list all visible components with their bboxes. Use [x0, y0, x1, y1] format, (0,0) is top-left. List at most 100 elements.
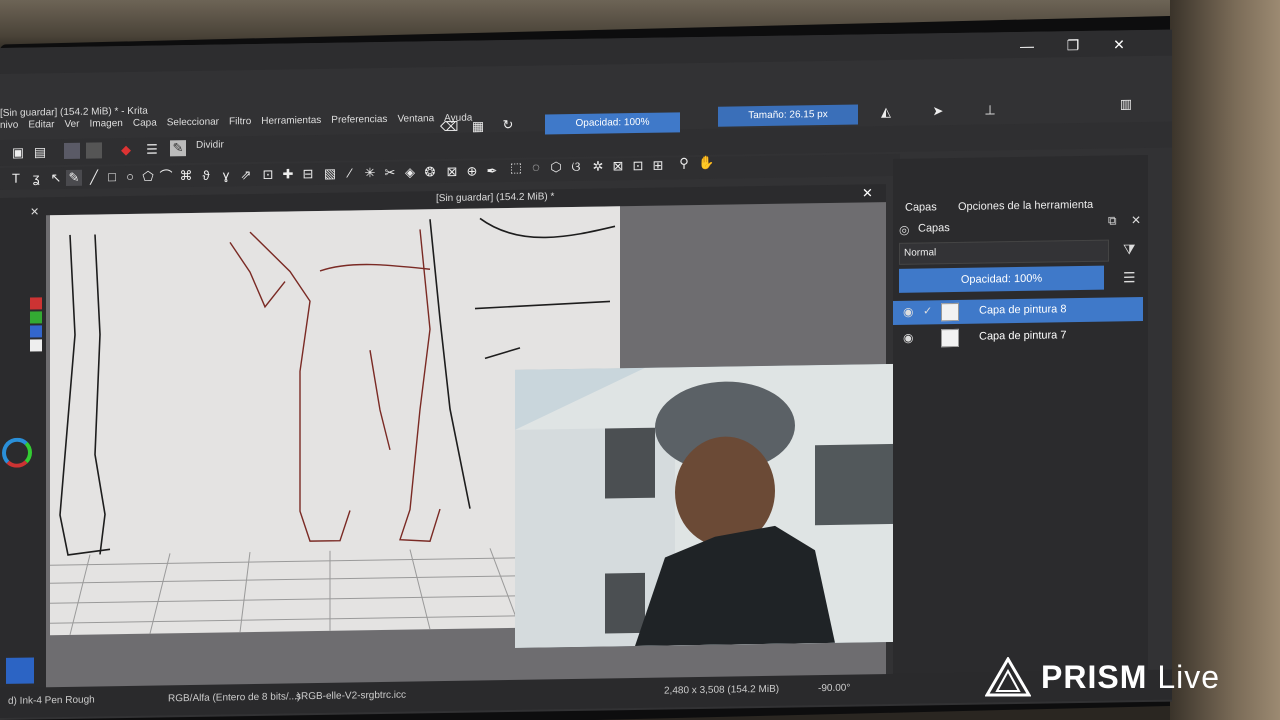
smart-patch-icon[interactable]: ✳ [362, 165, 378, 181]
new-document-icon[interactable]: ▣ [10, 145, 26, 161]
color-wheel-icon[interactable] [2, 437, 32, 468]
menu-archivo[interactable]: nivo [0, 120, 18, 138]
menu-seleccionar[interactable]: Seleccionar [167, 117, 219, 136]
document-title[interactable]: [Sin guardar] (154.2 MiB) * [436, 191, 554, 204]
zoom-tool-icon[interactable]: ⚲ [676, 155, 692, 171]
gradient-icon[interactable] [64, 142, 80, 159]
layer-opacity-slider[interactable]: Opacidad: 100% [899, 265, 1104, 293]
freehand-select-icon[interactable]: ଓ [568, 159, 584, 175]
menu-icon[interactable]: ☰ [1123, 269, 1136, 286]
red-swatch[interactable] [30, 297, 42, 310]
save-icon[interactable]: ▤ [32, 144, 48, 160]
dynamic-brush-icon[interactable]: ɣ [218, 167, 234, 183]
green-swatch[interactable] [30, 311, 42, 324]
pattern-edit-icon[interactable]: ❂ [422, 164, 438, 180]
tab-tool-options[interactable]: Opciones de la herramienta [958, 199, 1093, 213]
menu-editar[interactable]: Editar [28, 119, 54, 137]
brush-preview-icon[interactable]: ✎ [170, 140, 186, 157]
menu-ver[interactable]: Ver [64, 119, 79, 137]
fill-tool-icon[interactable]: ◈ [402, 164, 418, 180]
visibility-icon[interactable]: ◉ [903, 305, 913, 319]
layers-docker: Capas Opciones de la herramienta ◎ Capas… [893, 154, 1148, 699]
edit-shapes-icon[interactable]: ↖ [48, 170, 64, 186]
menu-filtro[interactable]: Filtro [229, 116, 251, 134]
blend-mode-select[interactable]: Normal [899, 239, 1109, 265]
color-swap-icon[interactable]: ◆ [118, 142, 134, 158]
menu-capa[interactable]: Capa [133, 118, 157, 136]
transform-tool-icon[interactable]: ⊟ [300, 166, 316, 182]
reload-preset-icon[interactable]: ↻ [500, 117, 516, 133]
close-docker-icon[interactable]: ✕ [1131, 213, 1141, 227]
bezier-tool-icon[interactable]: ⌘ [178, 168, 194, 184]
freehand-path-icon[interactable]: ϑ [198, 168, 214, 184]
split-label[interactable]: Dividir [196, 139, 224, 150]
gradient-tool-icon[interactable]: ▧ [322, 166, 338, 182]
contiguous-select-icon[interactable]: ✲ [590, 158, 606, 174]
polygon-tool-icon[interactable]: ⬠ [140, 169, 156, 185]
close-document-icon[interactable]: ✕ [862, 185, 873, 201]
prism-live-label: Live [1157, 658, 1221, 695]
ellipse-tool-icon[interactable]: ○ [122, 169, 138, 185]
image-dimensions: 2,480 x 3,508 (154.2 MiB) [664, 683, 780, 697]
menu-herramientas[interactable]: Herramientas [261, 115, 321, 134]
measure-tool-icon[interactable]: ⊠ [444, 164, 460, 180]
prism-logo-icon [985, 657, 1031, 697]
color-picker-icon[interactable]: ⁄ [342, 165, 358, 181]
polygon-select-icon[interactable]: ⬡ [548, 159, 564, 175]
white-swatch[interactable] [30, 339, 42, 352]
layer-name[interactable]: Capa de pintura 8 [979, 303, 1066, 316]
crop-tool-icon[interactable]: ⊡ [260, 167, 276, 183]
close-window-button[interactable]: ✕ [1104, 36, 1134, 53]
mirror-horizontal-icon[interactable]: ◭ [878, 104, 894, 120]
menu-preferencias[interactable]: Preferencias [331, 114, 387, 133]
float-docker-icon[interactable]: ⧉ [1108, 213, 1117, 228]
layer-row[interactable]: ◉ ✓ Capa de pintura 8 [893, 297, 1143, 325]
blue-swatch[interactable] [30, 325, 42, 338]
calligraphy-tool-icon[interactable]: ʓ [28, 170, 44, 186]
color-profile: sRGB-elle-V2-srgbtrc.icc [296, 689, 407, 703]
workspace-icon[interactable]: ▥ [1118, 96, 1134, 112]
brush-opacity-slider[interactable]: Opacidad: 100% [545, 112, 680, 135]
move-tool-icon[interactable]: ✚ [280, 166, 296, 182]
color-palette-icon[interactable] [6, 657, 34, 684]
similar-select-icon[interactable]: ⊠ [610, 158, 626, 174]
prism-brand: PRISM [1041, 658, 1148, 695]
left-docker: ✕ [0, 197, 46, 698]
maximize-button[interactable]: ❐ [1058, 37, 1088, 54]
rotation-readout: -90.00° [818, 682, 851, 695]
polyline-tool-icon[interactable]: ⌒ [158, 168, 174, 184]
ellipse-select-icon[interactable]: ◌ [528, 159, 544, 175]
layer-name[interactable]: Capa de pintura 7 [979, 329, 1066, 342]
pattern-icon[interactable] [86, 142, 102, 159]
layer-thumbnail [941, 328, 959, 348]
layer-row[interactable]: ◉ Capa de pintura 7 [893, 323, 1143, 351]
multibrush-icon[interactable]: ⇗ [238, 167, 254, 183]
tab-layers[interactable]: Capas [905, 201, 937, 213]
visibility-icon[interactable]: ◉ [903, 331, 913, 345]
pan-tool-icon[interactable]: ✋ [698, 155, 714, 171]
alpha-lock-icon[interactable]: ▦ [470, 118, 486, 134]
rect-select-icon[interactable]: ⬚ [508, 160, 524, 176]
menu-imagen[interactable]: Imagen [90, 118, 123, 137]
assistant-tool-icon[interactable]: ✂ [382, 165, 398, 181]
filter-icon[interactable]: ⧩ [1123, 241, 1136, 258]
check-icon[interactable]: ✓ [923, 304, 932, 317]
freehand-brush-icon[interactable]: ✎ [66, 169, 82, 186]
brush-size-slider[interactable]: Tamaño: 26.15 px [718, 104, 858, 127]
reference-tool-icon[interactable]: ⊕ [464, 163, 480, 179]
layer-thumbnail [941, 302, 959, 322]
eraser-icon[interactable]: ⌫ [440, 119, 458, 135]
minimize-button[interactable]: — [1012, 38, 1042, 54]
wrap-around-icon[interactable]: ⊥ [982, 102, 998, 118]
line-tool-icon[interactable]: ╱ [86, 169, 102, 185]
pen-tool-icon[interactable]: ✒ [484, 163, 500, 179]
text-tool-icon[interactable]: T [8, 171, 24, 187]
mirror-vertical-icon[interactable]: ➤ [930, 103, 946, 119]
brush-presets-icon[interactable]: ☰ [144, 141, 160, 157]
menu-ventana[interactable]: Ventana [397, 113, 434, 132]
magnetic-select-icon[interactable]: ⊞ [650, 158, 666, 174]
bezier-select-icon[interactable]: ⊡ [630, 158, 646, 174]
rectangle-tool-icon[interactable]: □ [104, 169, 120, 185]
close-docker-icon[interactable]: ✕ [30, 205, 39, 218]
layers-icon: ◎ [899, 222, 910, 237]
